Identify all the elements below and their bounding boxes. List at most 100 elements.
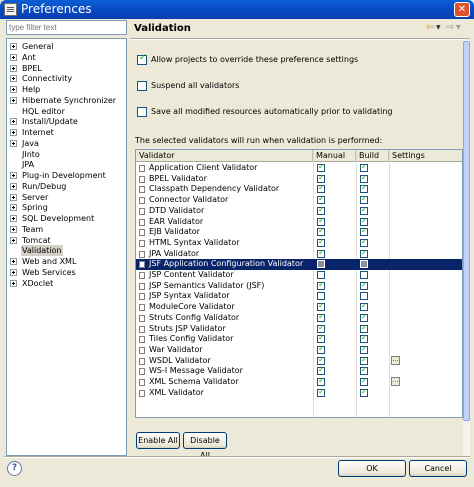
tree-item[interactable]: XDoclet <box>7 278 126 289</box>
close-button[interactable]: ✕ <box>454 2 470 17</box>
expand-icon[interactable] <box>10 279 17 287</box>
tree-item[interactable]: Connectivity <box>7 73 126 84</box>
settings-button[interactable]: ... <box>391 377 400 386</box>
expand-icon[interactable] <box>10 118 17 126</box>
tree-item[interactable]: Team <box>7 224 126 235</box>
expand-icon[interactable] <box>10 268 17 276</box>
tree-item[interactable]: Java <box>7 138 126 149</box>
table-row[interactable]: BPEL Validator <box>136 173 462 185</box>
table-row[interactable]: EJB Validator <box>136 226 462 238</box>
expand-icon[interactable] <box>10 236 17 244</box>
table-row[interactable]: HTML Syntax Validator <box>136 237 462 249</box>
expand-icon[interactable] <box>10 225 17 233</box>
ok-button[interactable]: OK <box>338 460 406 477</box>
tree-item[interactable]: Server <box>7 192 126 203</box>
tree-item[interactable]: JInto <box>7 149 126 160</box>
tree-item[interactable]: HQL editor <box>7 106 126 117</box>
expand-icon[interactable] <box>10 86 17 93</box>
expand-icon[interactable] <box>10 182 17 190</box>
manual-checkbox[interactable] <box>317 183 325 194</box>
table-row[interactable]: JSP Content Validator <box>136 270 462 281</box>
chevron-down-icon[interactable]: ▼ <box>436 22 441 34</box>
build-checkbox[interactable] <box>360 387 368 397</box>
manual-checkbox[interactable] <box>317 173 325 183</box>
build-checkbox[interactable] <box>360 173 368 183</box>
build-checkbox[interactable] <box>360 312 368 322</box>
column-header-settings[interactable]: Settings <box>389 150 462 162</box>
expand-icon[interactable] <box>10 258 17 265</box>
manual-checkbox[interactable] <box>317 237 325 247</box>
manual-checkbox[interactable] <box>317 205 325 215</box>
table-row[interactable]: Connector Validator <box>136 194 462 206</box>
build-checkbox[interactable] <box>360 162 368 172</box>
cancel-button[interactable]: Cancel <box>409 460 467 477</box>
table-row[interactable]: WS-I Message Validator <box>136 365 462 377</box>
tree-item[interactable]: Help <box>7 84 126 95</box>
column-header-build[interactable]: Build <box>356 150 389 162</box>
tree-item[interactable]: Ant <box>7 52 126 63</box>
expand-icon[interactable] <box>10 96 17 104</box>
allow-override-checkbox[interactable] <box>137 53 147 65</box>
build-checkbox[interactable] <box>360 280 368 290</box>
table-row[interactable]: War Validator <box>136 344 462 356</box>
scrollbar-thumb[interactable] <box>463 41 470 421</box>
expand-icon[interactable] <box>10 43 17 50</box>
table-row[interactable]: Classpath Dependency Validator <box>136 183 462 195</box>
table-row[interactable]: JSP Semantics Validator (JSF) <box>136 280 462 292</box>
manual-checkbox[interactable] <box>317 365 325 376</box>
build-checkbox[interactable] <box>360 301 368 312</box>
tree-item[interactable]: Validation <box>7 245 126 257</box>
build-checkbox[interactable] <box>360 271 368 279</box>
forward-arrow-icon[interactable]: ⇨ <box>446 22 454 34</box>
table-row[interactable]: Struts Config Validator <box>136 312 462 324</box>
back-arrow-icon[interactable]: ⇦ <box>426 22 434 34</box>
column-header-validator[interactable]: Validator <box>136 150 313 162</box>
manual-checkbox[interactable] <box>317 194 325 205</box>
manual-checkbox[interactable] <box>317 387 325 397</box>
manual-checkbox[interactable] <box>317 280 325 290</box>
disable-all-button[interactable]: Disable All <box>183 432 227 460</box>
enable-all-button[interactable]: Enable All <box>136 432 180 449</box>
chevron-down-icon[interactable]: ▼ <box>456 22 461 34</box>
table-row[interactable]: XML Validator <box>136 387 462 399</box>
manual-checkbox[interactable] <box>317 260 325 269</box>
tree-item[interactable]: Hibernate Synchronizer <box>7 95 126 106</box>
table-row[interactable]: EAR Validator <box>136 216 462 228</box>
manual-checkbox[interactable] <box>317 344 325 354</box>
build-checkbox[interactable] <box>360 292 368 301</box>
table-row[interactable]: Application Client Validator <box>136 162 462 174</box>
build-checkbox[interactable] <box>360 226 368 237</box>
build-checkbox[interactable] <box>360 216 368 226</box>
filter-input[interactable] <box>6 20 127 35</box>
build-checkbox[interactable] <box>360 333 368 344</box>
build-checkbox[interactable] <box>360 205 368 215</box>
tree-item[interactable]: Run/Debug <box>7 181 126 192</box>
table-row[interactable]: Struts JSP Validator <box>136 323 462 335</box>
build-checkbox[interactable] <box>360 355 368 365</box>
manual-checkbox[interactable] <box>317 323 325 333</box>
column-header-manual[interactable]: Manual <box>313 150 356 162</box>
build-checkbox[interactable] <box>360 183 368 194</box>
tree-item[interactable]: Web and XML <box>7 256 126 267</box>
expand-icon[interactable] <box>10 64 17 72</box>
manual-checkbox[interactable] <box>317 301 325 312</box>
table-row[interactable]: XML Schema Validator... <box>136 376 462 388</box>
manual-checkbox[interactable] <box>317 312 325 322</box>
build-checkbox[interactable] <box>360 248 368 258</box>
manual-checkbox[interactable] <box>317 292 325 301</box>
expand-icon[interactable] <box>10 215 17 222</box>
manual-checkbox[interactable] <box>317 248 325 258</box>
build-checkbox[interactable] <box>360 323 368 333</box>
tree-item[interactable]: Web Services <box>7 267 126 278</box>
tree-item[interactable]: SQL Development <box>7 213 126 224</box>
tree-item[interactable]: Install/Update <box>7 116 126 127</box>
manual-checkbox[interactable] <box>317 376 325 386</box>
expand-icon[interactable] <box>10 53 17 61</box>
build-checkbox[interactable] <box>360 376 368 386</box>
tree-item[interactable]: Spring <box>7 202 126 213</box>
manual-checkbox[interactable] <box>317 162 325 172</box>
settings-button[interactable]: ... <box>391 355 400 365</box>
tree-item[interactable]: BPEL <box>7 63 126 74</box>
expand-icon[interactable] <box>10 193 17 201</box>
tree-item[interactable]: Internet <box>7 127 126 138</box>
